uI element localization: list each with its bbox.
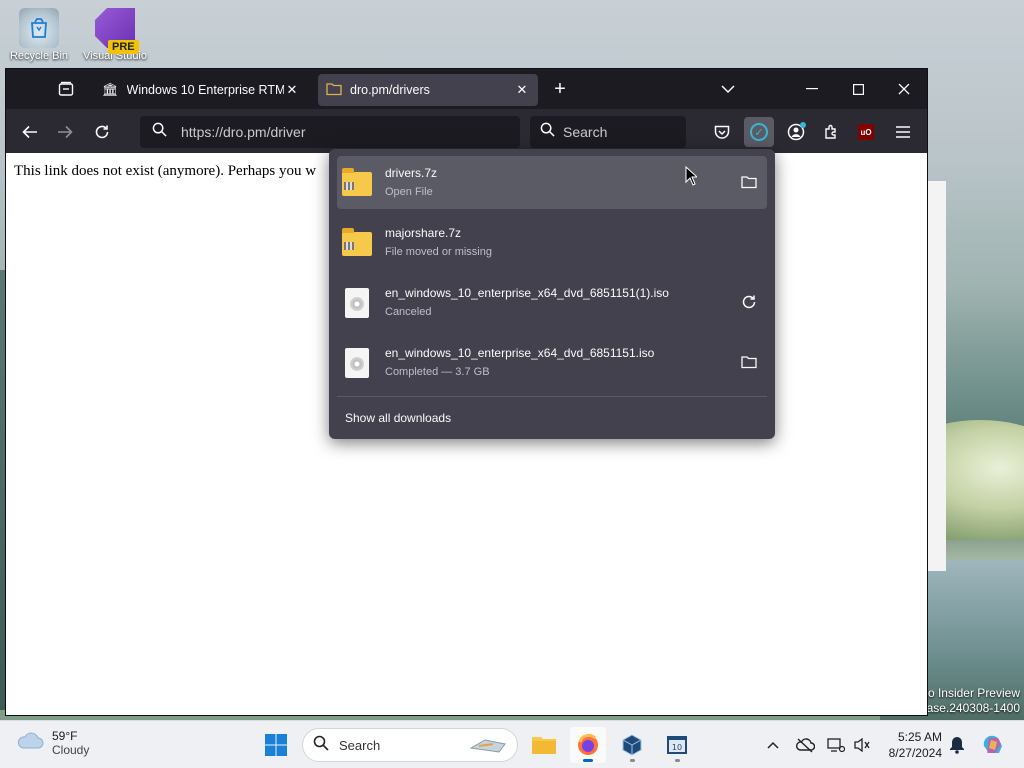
retry-icon[interactable]: [739, 292, 759, 312]
folder-icon[interactable]: [739, 352, 759, 372]
nav-toolbar: https://dro.pm/driver Search ✓ uO: [6, 109, 927, 153]
download-status: Open File: [385, 186, 433, 198]
url-text: https://dro.pm/driver: [181, 124, 306, 140]
download-status: File moved or missing: [385, 246, 492, 258]
search-icon: [152, 122, 167, 142]
weather-temperature: 59°F: [52, 729, 78, 743]
search-highlight-icon: [469, 734, 509, 763]
svg-text:10: 10: [672, 743, 682, 752]
download-filename: en_windows_10_enterprise_x64_dvd_6851151…: [385, 286, 669, 300]
chevron-down-icon[interactable]: [716, 77, 740, 101]
folder-icon: [532, 737, 556, 754]
file-explorer-button[interactable]: [526, 727, 562, 763]
close-window-icon[interactable]: [881, 69, 927, 109]
clock-date: 8/27/2024: [888, 746, 942, 760]
tab-title: dro.pm/drivers: [350, 83, 430, 97]
taskbar-search-label: Search: [339, 737, 381, 753]
tab-dro-pm[interactable]: dro.pm/drivers ✕: [318, 74, 538, 106]
notification-bell-icon[interactable]: [946, 734, 968, 756]
desktop-icon-label: Recycle Bin: [9, 50, 69, 62]
url-bar[interactable]: https://dro.pm/driver: [140, 116, 520, 148]
windows-logo-icon: [265, 734, 287, 756]
active-indicator: [583, 759, 593, 762]
app-button[interactable]: 10: [659, 727, 695, 763]
download-item[interactable]: drivers.7z Open File: [337, 156, 767, 209]
search-box[interactable]: Search: [530, 116, 686, 148]
volume-muted-icon[interactable]: [851, 734, 873, 756]
menu-icon[interactable]: [888, 117, 918, 147]
iso-file-icon: [342, 287, 372, 318]
download-filename: en_windows_10_enterprise_x64_dvd_6851151…: [385, 346, 655, 360]
zip-file-icon: [342, 227, 372, 258]
download-filename: majorshare.7z: [385, 226, 462, 240]
search-icon: [313, 735, 329, 756]
tab-title: Windows 10 Enterprise RTM [x86: [126, 83, 284, 97]
extensions-icon[interactable]: [816, 117, 846, 147]
reload-icon[interactable]: [87, 117, 117, 147]
weather-condition: Cloudy: [52, 743, 90, 757]
firefox-view-icon[interactable]: [54, 77, 78, 101]
maximize-icon[interactable]: [835, 69, 881, 109]
search-placeholder: Search: [563, 124, 608, 140]
pocket-icon[interactable]: [707, 117, 737, 147]
virtualbox-button[interactable]: [614, 727, 650, 763]
insider-watermark-line2: ease.240308-1400: [919, 701, 1020, 715]
recycle-bin-icon: [19, 8, 59, 48]
ublock-origin-icon[interactable]: uO: [851, 117, 881, 147]
copilot-icon[interactable]: [980, 734, 1006, 756]
taskbar-search[interactable]: Search: [302, 728, 518, 762]
system-clock[interactable]: 5:25 AM 8/27/2024: [876, 729, 942, 761]
app-window-icon: 10: [667, 736, 687, 754]
download-status: Completed — 3.7 GB: [385, 366, 490, 378]
chevron-up-icon[interactable]: [762, 734, 784, 756]
page-favicon-icon: 🏛: [102, 82, 119, 97]
back-icon[interactable]: [15, 117, 45, 147]
folder-icon[interactable]: [739, 172, 759, 192]
taskbar: 59°F Cloudy Search 10 5:25 AM 8/27/2024: [0, 720, 1024, 768]
download-complete-icon: ✓: [750, 123, 768, 141]
weather-widget[interactable]: 59°F Cloudy: [16, 729, 89, 757]
downloads-button[interactable]: ✓: [744, 117, 774, 147]
forward-icon[interactable]: [50, 117, 80, 147]
zip-file-icon: [342, 167, 372, 198]
clock-time: 5:25 AM: [897, 730, 942, 744]
show-all-downloads-button[interactable]: Show all downloads: [337, 405, 459, 431]
download-item[interactable]: majorshare.7z File moved or missing: [337, 216, 767, 269]
close-icon[interactable]: ✕: [284, 82, 300, 98]
firefox-button[interactable]: [570, 727, 606, 763]
close-icon[interactable]: ✕: [514, 82, 530, 98]
insider-watermark-line1: ro Insider Preview: [923, 686, 1020, 700]
tab-bar: 🏛 Windows 10 Enterprise RTM [x86 ✕ dro.p…: [6, 69, 927, 109]
download-status: Canceled: [385, 306, 432, 318]
running-indicator: [675, 759, 680, 762]
notification-dot-icon: [800, 122, 806, 128]
firefox-icon: [578, 733, 598, 755]
download-item[interactable]: en_windows_10_enterprise_x64_dvd_6851151…: [337, 276, 767, 329]
divider: [337, 396, 767, 397]
background-window[interactable]: [926, 181, 946, 571]
virtualbox-icon: [622, 734, 642, 756]
running-indicator: [630, 759, 635, 762]
mouse-cursor-icon: [685, 165, 699, 186]
cloud-icon: [16, 731, 44, 756]
downloads-panel: drivers.7z Open File majorshare.7z File …: [329, 149, 775, 439]
new-tab-icon[interactable]: +: [548, 77, 572, 101]
download-item[interactable]: en_windows_10_enterprise_x64_dvd_6851151…: [337, 336, 767, 389]
onedrive-offline-icon[interactable]: [794, 734, 816, 756]
page-message: This link does not exist (anymore). Perh…: [14, 163, 317, 179]
search-icon: [540, 122, 555, 142]
desktop-icon-recycle-bin[interactable]: Recycle Bin: [4, 8, 74, 62]
iso-file-icon: [342, 347, 372, 378]
start-button[interactable]: [258, 727, 294, 763]
download-filename: drivers.7z: [385, 166, 438, 180]
minimize-icon[interactable]: [789, 69, 835, 109]
account-icon[interactable]: [781, 117, 811, 147]
preview-badge: PRE: [108, 40, 139, 54]
folder-favicon-icon: [326, 82, 342, 99]
network-icon[interactable]: [825, 734, 847, 756]
tab-windows-10[interactable]: 🏛 Windows 10 Enterprise RTM [x86 ✕: [94, 74, 308, 106]
